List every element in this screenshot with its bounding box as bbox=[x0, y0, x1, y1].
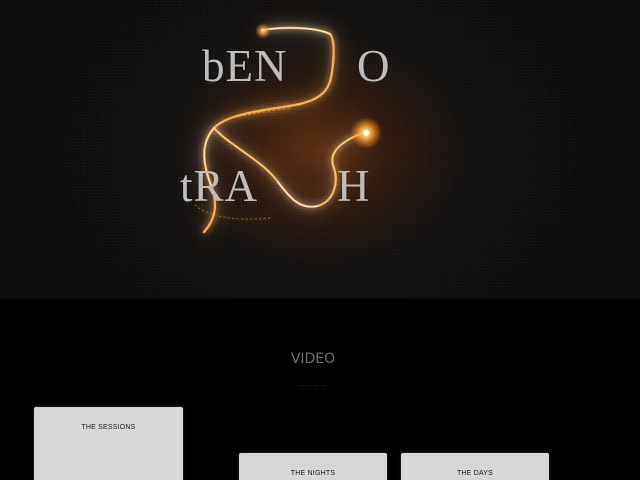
logo-text-line2-right: H bbox=[337, 161, 371, 211]
card-the-days[interactable]: THE DAYS bbox=[401, 453, 549, 480]
logo-text-line2-left: tRA bbox=[180, 161, 259, 211]
logo-text-line1-right: O bbox=[357, 41, 391, 91]
card-the-sessions[interactable]: THE SESSIONS bbox=[34, 407, 183, 480]
card-label-days: THE DAYS bbox=[456, 470, 494, 477]
logo-text-line1-left: bEN bbox=[202, 41, 288, 91]
card-label-nights: THE NIGHTS bbox=[290, 470, 336, 477]
page: bEN O tRA H VIDEO — — — — THE SESSIONS T… bbox=[0, 0, 640, 480]
sparkle-trail-icon bbox=[194, 23, 382, 234]
card-the-nights[interactable]: THE NIGHTS bbox=[239, 453, 387, 480]
card-label-sessions: THE SESSIONS bbox=[81, 424, 136, 431]
section-subtitle: — — — — bbox=[298, 383, 328, 389]
hero-banner: bEN O tRA H bbox=[0, 0, 640, 299]
section-title: VIDEO bbox=[290, 351, 336, 367]
